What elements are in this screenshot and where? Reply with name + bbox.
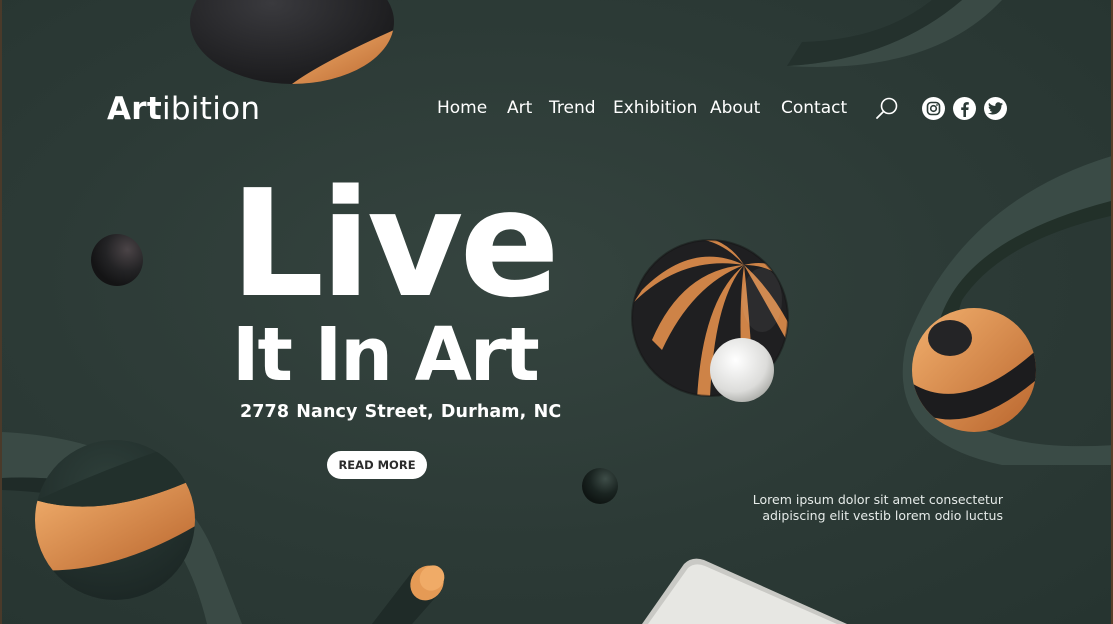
nav-about[interactable]: About (710, 98, 760, 118)
sphere-small-left (91, 234, 143, 286)
brand-logo[interactable]: Artibition (107, 91, 260, 127)
sphere-small-center (582, 468, 618, 504)
landing-page: Artibition Home Art Trend Exhibition Abo… (0, 0, 1113, 624)
hero-address: 2778 Nancy Street, Durham, NC (240, 402, 562, 422)
nav-exhibition[interactable]: Exhibition (613, 98, 697, 118)
facebook-icon[interactable] (953, 97, 976, 120)
description-line-2: adipiscing elit vestib lorem odio luctus (762, 508, 1003, 523)
read-more-button[interactable]: READ MORE (327, 451, 427, 479)
sphere-white (710, 338, 774, 402)
slab-bottom (642, 558, 847, 624)
sphere-orange-left (35, 440, 195, 600)
sphere-top (190, 0, 394, 84)
hero-title-line2: It In Art (232, 312, 540, 398)
hero-title-line1: Live (230, 158, 560, 330)
instagram-icon[interactable] (922, 97, 945, 120)
nav-contact[interactable]: Contact (781, 98, 847, 118)
description-line-1: Lorem ipsum dolor sit amet consectetur (752, 492, 1003, 507)
nav-art[interactable]: Art (507, 98, 532, 118)
nav-trend[interactable]: Trend (549, 98, 596, 118)
nav-home[interactable]: Home (437, 98, 487, 118)
search-icon[interactable] (874, 96, 900, 127)
logo-light: ibition (162, 91, 261, 127)
twitter-icon[interactable] (984, 97, 1007, 120)
description-text: Lorem ipsum dolor sit amet consectetur a… (753, 492, 1003, 524)
logo-bold: Art (107, 91, 162, 127)
cylinder-bottom (372, 565, 445, 624)
arc-top-right (787, 0, 1002, 67)
